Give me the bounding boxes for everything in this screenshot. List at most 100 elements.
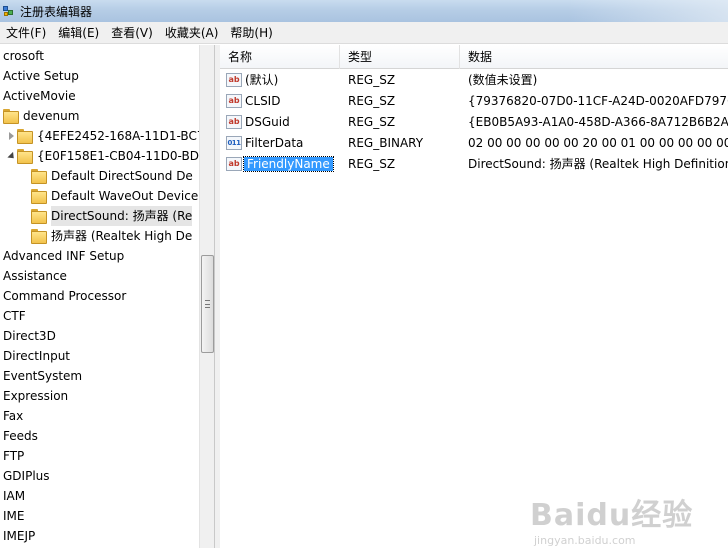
value-row[interactable]: ab CLSID REG_SZ {79376820-07D0-11CF-A24D-00…	[220, 91, 728, 112]
value-data: (数值未设置)	[468, 73, 538, 87]
tree-item[interactable]: Default DirectSound De	[31, 166, 193, 186]
tree-item-label: Assistance	[3, 269, 67, 283]
folder-icon	[17, 129, 33, 144]
tree-item-label: Direct3D	[3, 329, 56, 343]
title-bar-glow	[568, 0, 728, 22]
tree-item[interactable]: Advanced INF Setup	[3, 246, 124, 266]
value-data: {79376820-07D0-11CF-A24D-0020AFD79767}	[468, 94, 728, 108]
value-type: REG_SZ	[348, 115, 396, 129]
value-list-panel: 名称 类型 数据 ab (默认) REG_SZ (数值未设置) ab CLSID REG_S…	[220, 45, 728, 548]
expanded-arrow-icon[interactable]	[7, 146, 17, 166]
tree-item[interactable]: 扬声器 (Realtek High De	[31, 226, 192, 246]
value-row[interactable]: ab FriendlyName REG_SZ DirectSound: 扬声器 (Re…	[220, 154, 728, 175]
tree-item[interactable]: crosoft	[3, 46, 44, 66]
tree-item-label: IAM	[3, 489, 26, 503]
tree-item[interactable]: DirectSound: 扬声器 (Re	[31, 206, 193, 226]
collapsed-arrow-icon[interactable]	[7, 126, 17, 146]
tree-item-label: Default DirectSound De	[51, 169, 193, 183]
column-header-data[interactable]: 数据	[460, 45, 728, 69]
value-data: {EB0B5A93-A1A0-458D-A366-8A712B6B2AE8	[468, 115, 728, 129]
tree-item-label: DirectInput	[3, 349, 71, 363]
tree-item-label: 扬声器 (Realtek High De	[51, 229, 193, 243]
tree-item[interactable]: FTP	[3, 446, 24, 466]
menu-edit[interactable]: 编辑(E)	[52, 22, 105, 44]
folder-icon	[17, 149, 33, 164]
column-header-type[interactable]: 类型	[340, 45, 460, 69]
tree-item[interactable]: Assistance	[3, 266, 67, 286]
tree-item-label: devenum	[23, 109, 80, 123]
tree-item[interactable]: GDIPlus	[3, 466, 50, 486]
tree-item-label: EventSystem	[3, 369, 83, 383]
key-tree: crosoft Active Setup ActiveMovie devenum {4E…	[0, 45, 199, 548]
tree-item[interactable]: ActiveMovie	[3, 86, 76, 106]
tree-item-label: Fax	[3, 409, 24, 423]
tree-item-label: CTF	[3, 309, 26, 323]
value-name: FriendlyName	[243, 156, 334, 172]
title-bar: 注册表编辑器	[0, 0, 728, 22]
baidu-watermark: Baidu经验 jingyan.baidu.com	[530, 490, 710, 547]
tree-item[interactable]: Feeds	[3, 426, 38, 446]
tree-item-label: Expression	[3, 389, 69, 403]
tree-item[interactable]: DirectInput	[3, 346, 70, 366]
tree-item-label: DirectSound: 扬声器 (Re	[51, 206, 193, 226]
tree-item-label: Feeds	[3, 429, 38, 443]
tree-item[interactable]: CTF	[3, 306, 26, 326]
tree-item[interactable]: devenum	[3, 106, 79, 126]
tree-item[interactable]: Command Processor	[3, 286, 126, 306]
value-type: REG_SZ	[348, 157, 396, 171]
tree-item[interactable]: EventSystem	[3, 366, 82, 386]
tree-scrollbar-thumb[interactable]	[201, 255, 214, 353]
menu-view[interactable]: 查看(V)	[105, 22, 159, 44]
tree-item[interactable]: Default WaveOut Device	[31, 186, 198, 206]
tree-item[interactable]: IAM	[3, 486, 25, 506]
tree-item-label: Advanced INF Setup	[3, 249, 125, 263]
tree-vertical-scrollbar[interactable]	[199, 45, 214, 548]
tree-item[interactable]: {E0F158E1-CB04-11D0-BD4	[7, 146, 199, 166]
tree-item[interactable]: Direct3D	[3, 326, 56, 346]
window-title: 注册表编辑器	[20, 4, 93, 19]
tree-item[interactable]: Active Setup	[3, 66, 79, 86]
value-type: REG_BINARY	[348, 136, 424, 150]
tree-item-label: FTP	[3, 449, 25, 463]
value-data: 02 00 00 00 00 00 20 00 01 00 00 00 00 0…	[468, 136, 728, 150]
value-data: DirectSound: 扬声器 (Realtek High Definitio…	[468, 157, 728, 171]
tree-item-label: GDIPlus	[3, 469, 50, 483]
tree-item[interactable]: IMEJP	[3, 526, 35, 546]
binary-value-icon: 011	[226, 136, 242, 150]
value-name-cell: ab DSGuid	[226, 112, 340, 133]
scroll-grip-icon	[205, 300, 210, 308]
menu-favorites[interactable]: 收藏夹(A)	[159, 22, 225, 44]
string-value-icon: ab	[226, 73, 242, 87]
folder-icon	[3, 109, 19, 124]
value-name: CLSID	[245, 94, 281, 108]
value-name-cell: ab FriendlyName	[226, 154, 340, 175]
menu-help[interactable]: 帮助(H)	[224, 22, 278, 44]
value-type: REG_SZ	[348, 73, 396, 87]
tree-item-label: {4EFE2452-168A-11D1-BC7	[37, 129, 199, 143]
menu-file[interactable]: 文件(F)	[0, 22, 52, 44]
tree-item-label: Default WaveOut Device	[51, 189, 199, 203]
tree-item-label: Command Processor	[3, 289, 127, 303]
tree-item-label: crosoft	[3, 49, 44, 63]
value-row[interactable]: ab DSGuid REG_SZ {EB0B5A93-A1A0-458D-A366-8…	[220, 112, 728, 133]
folder-icon	[31, 209, 47, 224]
tree-item-label: {E0F158E1-CB04-11D0-BD4	[37, 149, 199, 163]
value-name: (默认)	[245, 73, 279, 87]
tree-item[interactable]: Fax	[3, 406, 23, 426]
tree-item-label: Active Setup	[3, 69, 79, 83]
value-name-cell: 011 FilterData	[226, 133, 340, 154]
value-row[interactable]: ab (默认) REG_SZ (数值未设置)	[220, 70, 728, 91]
value-name-cell: ab (默认)	[226, 70, 340, 91]
folder-icon	[31, 189, 47, 204]
watermark-url: jingyan.baidu.com	[534, 534, 636, 547]
tree-item-label: ActiveMovie	[3, 89, 76, 103]
string-value-icon: ab	[226, 94, 242, 108]
registry-editor-app-icon	[2, 4, 16, 18]
column-header-name[interactable]: 名称	[220, 45, 340, 69]
tree-item[interactable]: IME	[3, 506, 24, 526]
tree-item[interactable]: {4EFE2452-168A-11D1-BC7	[7, 126, 199, 146]
tree-item[interactable]: Expression	[3, 386, 68, 406]
value-name: FilterData	[245, 136, 304, 150]
string-value-icon: ab	[226, 157, 242, 171]
value-row[interactable]: 011 FilterData REG_BINARY 02 00 00 00 00 00…	[220, 133, 728, 154]
